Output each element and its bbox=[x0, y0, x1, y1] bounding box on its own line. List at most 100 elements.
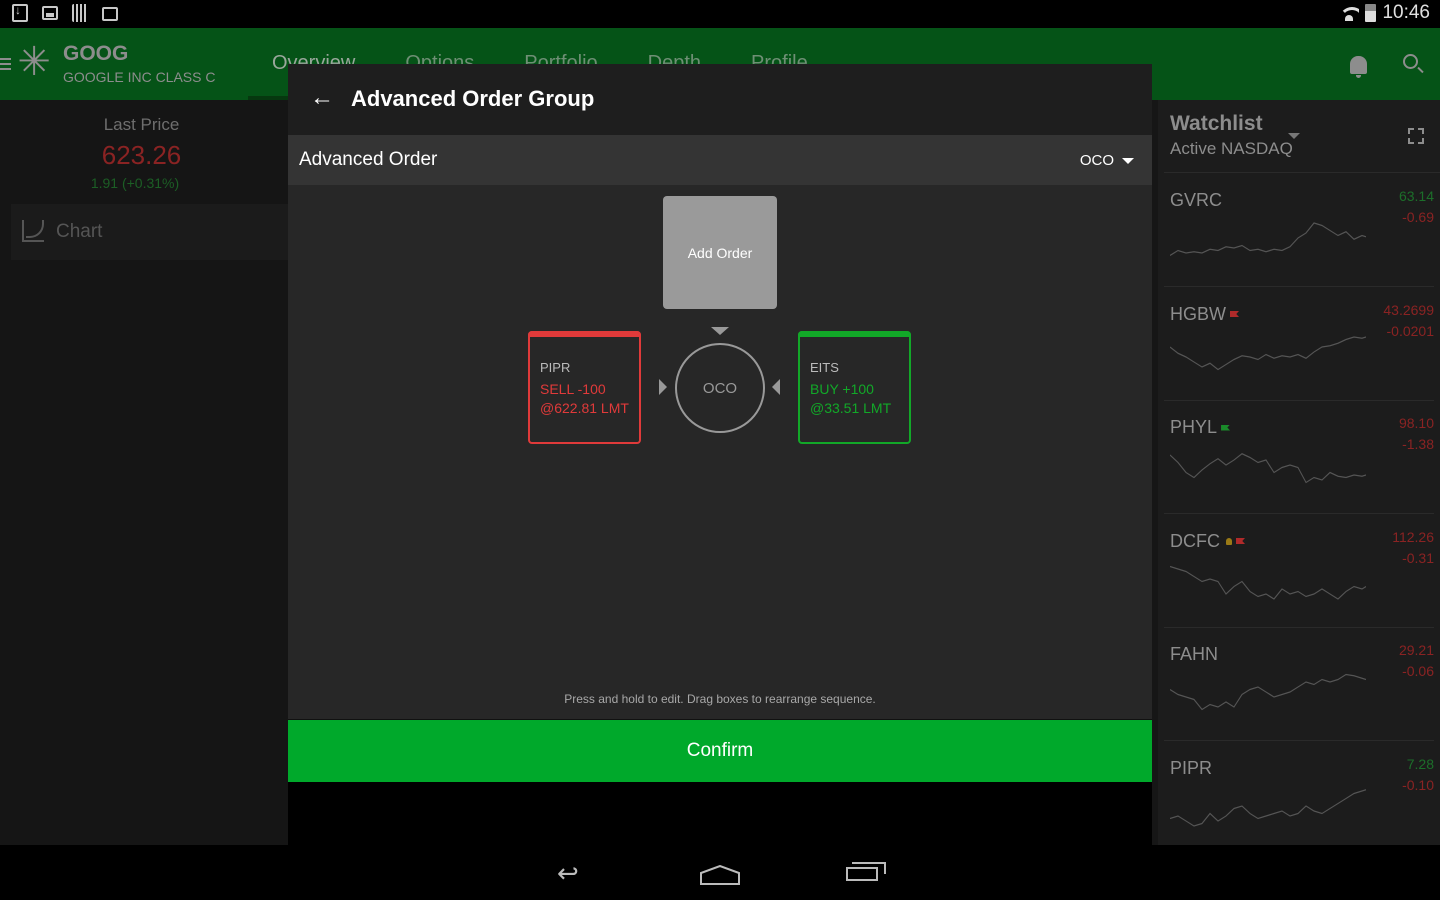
watchlist-change: -0.69 bbox=[1402, 209, 1434, 225]
barcode-icon bbox=[72, 4, 88, 22]
sparkline-chart bbox=[1170, 788, 1366, 827]
status-bar: 10:46 bbox=[0, 0, 1440, 28]
confirm-button[interactable]: Confirm bbox=[288, 719, 1152, 782]
watchlist-change: -1.38 bbox=[1402, 436, 1434, 452]
watchlist-selector[interactable]: Active NASDAQ bbox=[1170, 139, 1293, 159]
watchlist-symbol-group: PHYL bbox=[1170, 417, 1231, 438]
last-price-value: 623.26 bbox=[101, 140, 182, 170]
watchlist-symbol: HGBW bbox=[1170, 303, 1226, 324]
watchlist-change: -0.31 bbox=[1402, 549, 1434, 566]
menu-icon[interactable] bbox=[0, 58, 11, 70]
bell-icon[interactable] bbox=[1350, 56, 1367, 78]
order-action: SELL -100 bbox=[540, 381, 606, 397]
order-price: @622.81 LMT bbox=[540, 400, 629, 416]
sparkline bbox=[1170, 335, 1366, 370]
hint-text: Press and hold to edit. Drag boxes to re… bbox=[564, 692, 876, 706]
dialog-title: Advanced Order Group bbox=[351, 86, 595, 111]
sparkline-chart bbox=[1170, 222, 1366, 257]
oco-node: OCO bbox=[675, 343, 765, 433]
watchlist-item[interactable]: PIPR 7.28 -0.10 bbox=[1164, 742, 1434, 855]
watchlist-symbol-group: FAHN bbox=[1170, 644, 1218, 665]
sparkline-chart bbox=[1170, 565, 1366, 600]
nav-back-icon[interactable]: ↩ bbox=[557, 858, 579, 889]
alert-bell-icon bbox=[1226, 537, 1232, 545]
clock: 10:46 bbox=[1382, 2, 1430, 23]
dropdown-caret-icon bbox=[1122, 157, 1134, 164]
order-price: @33.51 LMT bbox=[810, 400, 892, 416]
watchlist-change: -0.0201 bbox=[1386, 322, 1434, 339]
confirm-label: Confirm bbox=[686, 740, 754, 761]
watchlist-price: 98.10 bbox=[1398, 415, 1434, 431]
watchlist-item[interactable]: FAHN 29.21 -0.06 bbox=[1164, 628, 1434, 741]
red-flag-icon bbox=[1236, 538, 1245, 544]
watchlist-price: 29.21 bbox=[1398, 642, 1434, 658]
arrow-down-icon bbox=[711, 327, 729, 335]
sparkline bbox=[1170, 673, 1366, 711]
watchlist-item[interactable]: HGBW 43.2699 -0.0201 bbox=[1164, 288, 1434, 401]
dialog-header: ← Advanced Order Group bbox=[288, 64, 1152, 135]
watchlist-symbol-group: GVRC bbox=[1170, 190, 1222, 211]
navigation-bar: ↩ bbox=[0, 845, 1440, 900]
expand-icon[interactable] bbox=[1408, 128, 1424, 144]
watchlist-price: 63.14 bbox=[1398, 188, 1434, 204]
sparkline-chart bbox=[1170, 335, 1366, 370]
advanced-order-label: Advanced Order bbox=[299, 149, 438, 170]
watchlist-symbol: PIPR bbox=[1170, 757, 1213, 778]
arrow-left-icon bbox=[772, 379, 780, 395]
company-name: GOOGLE INC CLASS C bbox=[63, 69, 216, 85]
add-order-button[interactable]: Add Order bbox=[663, 196, 777, 309]
order-action: BUY +100 bbox=[810, 381, 874, 397]
chart-label: Chart bbox=[56, 221, 103, 242]
order-symbol: EITS bbox=[810, 360, 839, 375]
order-type-value: OCO bbox=[1079, 152, 1114, 169]
watchlist-symbol: FAHN bbox=[1170, 644, 1219, 664]
last-price-label: Last Price bbox=[103, 115, 180, 134]
wifi-icon bbox=[1339, 5, 1360, 21]
chevron-down-icon[interactable] bbox=[1288, 133, 1300, 139]
ticker-symbol: GOOG bbox=[63, 42, 129, 65]
advanced-order-row: Advanced Order OCO bbox=[288, 135, 1152, 185]
chart-row[interactable]: Chart bbox=[11, 204, 288, 260]
add-order-label: Add Order bbox=[687, 244, 753, 261]
green-flag-icon bbox=[1221, 424, 1231, 431]
sparkline-chart bbox=[1170, 673, 1366, 711]
chart-icon bbox=[22, 220, 44, 242]
image-icon bbox=[42, 6, 58, 20]
order-card-sell[interactable]: PIPR SELL -100 @622.81 LMT bbox=[528, 331, 641, 444]
watchlist-item[interactable]: PHYL 98.10 -1.38 bbox=[1164, 401, 1434, 514]
download-icon bbox=[12, 3, 28, 22]
watchlist-price: 112.26 bbox=[1392, 528, 1434, 545]
red-flag-icon bbox=[1230, 311, 1239, 317]
price-change: 1.91 (+0.31%) bbox=[90, 175, 180, 191]
watchlist-price: 43.2699 bbox=[1383, 301, 1434, 318]
sparkline bbox=[1170, 788, 1366, 827]
watchlist-change: -0.06 bbox=[1402, 663, 1434, 679]
nav-home-icon[interactable] bbox=[700, 865, 740, 885]
briefcase-check-icon bbox=[102, 7, 118, 21]
watchlist-symbol-group: PIPR bbox=[1170, 758, 1212, 779]
sparkline-chart bbox=[1170, 453, 1366, 484]
watchlist-item[interactable]: DCFC 112.26 -0.31 bbox=[1164, 515, 1434, 628]
advanced-order-group-dialog: ← Advanced Order Group Advanced Order OC… bbox=[288, 64, 1152, 782]
nav-recent-apps-icon[interactable] bbox=[846, 862, 886, 881]
watchlist-item[interactable]: GVRC 63.14 -0.69 bbox=[1164, 174, 1434, 287]
sparkline bbox=[1170, 222, 1366, 257]
watchlist-price: 7.28 bbox=[1406, 755, 1434, 772]
divider bbox=[1164, 172, 1440, 173]
sparkline bbox=[1170, 453, 1366, 484]
order-symbol: PIPR bbox=[540, 360, 571, 375]
watchlist-panel: Watchlist Active NASDAQ GVRC 63.14 -0.69 HG… bbox=[1152, 100, 1440, 855]
back-arrow-icon[interactable]: ← bbox=[310, 86, 334, 110]
quote-panel: Last Price 623.26 1.91 (+0.31%) Chart bbox=[0, 100, 288, 845]
oco-label: OCO bbox=[702, 379, 738, 397]
watchlist-symbol-group: DCFC bbox=[1170, 531, 1245, 552]
sparkline bbox=[1170, 565, 1366, 600]
logo-icon: ✳ bbox=[17, 40, 51, 84]
order-card-buy[interactable]: EITS BUY +100 @33.51 LMT bbox=[798, 331, 911, 444]
order-type-dropdown[interactable]: OCO bbox=[1080, 152, 1134, 169]
battery-icon bbox=[1365, 4, 1377, 22]
watchlist-symbol: GVRC bbox=[1170, 190, 1223, 210]
search-icon[interactable] bbox=[1403, 54, 1418, 69]
watchlist-symbol-group: HGBW bbox=[1170, 304, 1239, 325]
watchlist-symbol: DCFC bbox=[1170, 530, 1220, 551]
